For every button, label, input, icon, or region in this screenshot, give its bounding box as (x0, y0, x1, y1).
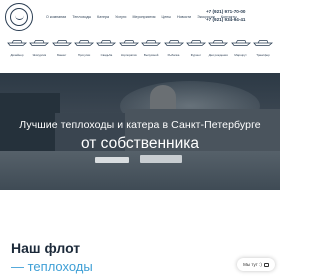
nav-item-prices[interactable]: Цены (162, 15, 171, 19)
category-label: Банкет (57, 53, 67, 57)
fleet-subheading[interactable]: — теплоходы (11, 259, 93, 274)
boat-icon (118, 40, 139, 46)
category-item[interactable]: Банкет (51, 38, 73, 64)
nav-item-ships[interactable]: Теплоходы (72, 15, 91, 19)
hero-subtitle: от собственника (81, 135, 199, 152)
category-label: Корпоратив (120, 53, 137, 57)
category-label: Дни рождения (208, 53, 228, 57)
fleet-heading: Наш флот (11, 240, 81, 256)
category-item[interactable]: Дни рождения (207, 38, 229, 64)
boat-icon (29, 40, 50, 46)
nav-item-news[interactable]: Новости (177, 15, 191, 19)
ship-logo-icon (10, 8, 28, 26)
category-item[interactable]: Дизайнер (6, 38, 28, 64)
category-item[interactable]: Рыбалка (163, 38, 185, 64)
boat-1 (95, 157, 129, 163)
category-label: Прогулки (77, 53, 91, 57)
chat-label: Мы тут :) (243, 262, 262, 267)
boat-icon (141, 40, 162, 46)
boat-icon (208, 40, 229, 46)
logo[interactable] (5, 3, 33, 31)
category-label: Экскурсия (32, 53, 47, 57)
category-item[interactable]: Маршрут (230, 38, 252, 64)
chat-widget-button[interactable]: Мы тут :) (237, 258, 275, 271)
boat-icon (230, 40, 251, 46)
nav-item-about[interactable]: О компании (46, 15, 66, 19)
hero-banner: Лучшие теплоходы и катера в Санкт-Петерб… (0, 73, 280, 190)
phone-numbers: +7 (921) 971-70-00 +7 (921) 934-94-41 (206, 8, 245, 24)
category-label: Рыбалка (167, 53, 180, 57)
phone-1[interactable]: +7 (921) 971-70-00 (206, 8, 245, 16)
site-header: О компании Теплоходы Катера Услуги Мероп… (0, 0, 280, 34)
chat-icon (263, 262, 269, 267)
category-item[interactable]: Выпускной (140, 38, 162, 64)
category-item[interactable]: Фуршет (185, 38, 207, 64)
boat-icon (253, 40, 273, 46)
category-label: Маршрут (234, 53, 247, 57)
boat-icon (186, 40, 206, 46)
boat-2 (140, 155, 182, 163)
nav-item-boats[interactable]: Катера (97, 15, 109, 19)
category-item[interactable]: Трансфер (252, 38, 274, 64)
boat-icon (7, 40, 27, 46)
nav-item-events[interactable]: Мероприятия (132, 15, 155, 19)
boat-icon (51, 40, 72, 46)
cathedral-dome (150, 85, 176, 109)
hero-title: Лучшие теплоходы и катера в Санкт-Петерб… (19, 119, 261, 131)
category-item[interactable]: Экскурсия (28, 38, 50, 64)
boat-icon (163, 40, 184, 46)
category-strip: Дизайнер Экскурсия Банкет Прогулки Свадьба Ко… (0, 38, 280, 64)
category-item[interactable]: Свадьба (95, 38, 117, 64)
category-item[interactable]: Прогулки (73, 38, 95, 64)
boat-icon (74, 40, 95, 46)
category-label: Трансфер (256, 53, 270, 57)
category-label: Свадьба (100, 53, 113, 57)
category-label: Фуршет (190, 53, 202, 57)
phone-2[interactable]: +7 (921) 934-94-41 (206, 16, 245, 24)
boat-icon (96, 40, 117, 46)
category-label: Дизайнер (10, 53, 24, 57)
nav-item-services[interactable]: Услуги (115, 15, 126, 19)
category-label: Выпускной (143, 53, 159, 57)
category-item[interactable]: Корпоратив (118, 38, 140, 64)
